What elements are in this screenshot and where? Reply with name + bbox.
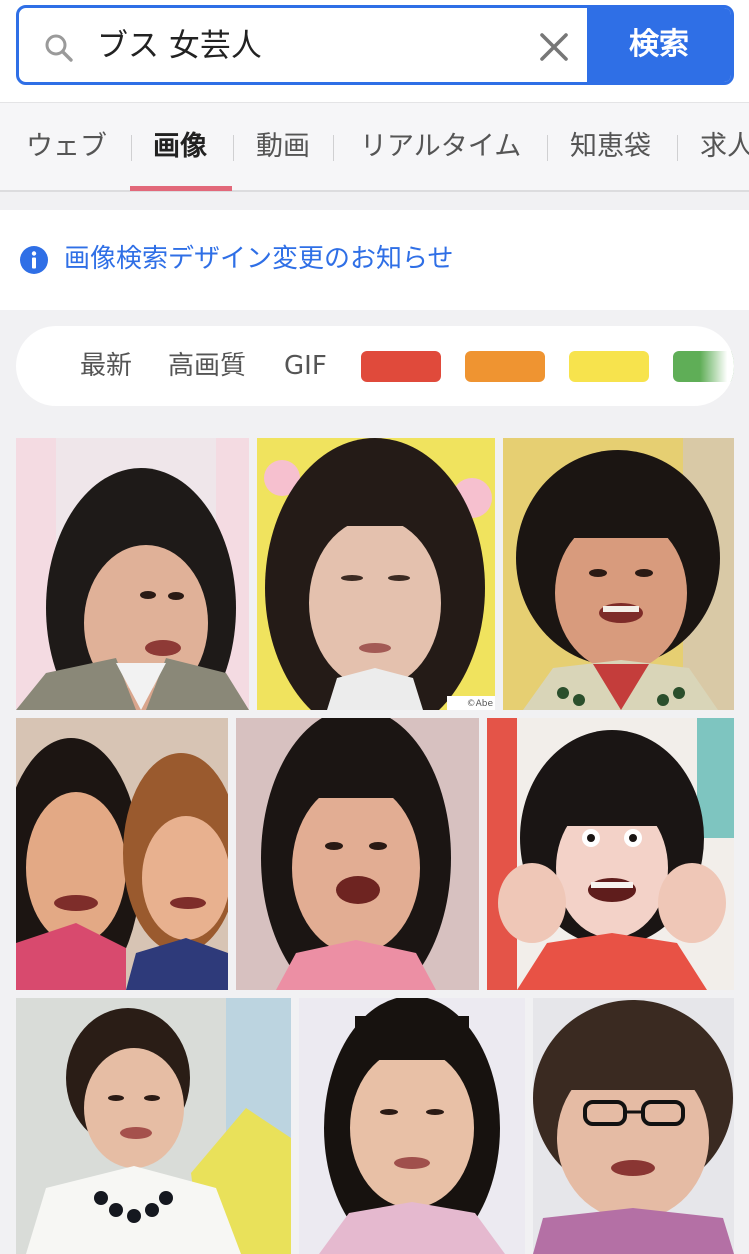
tab-video[interactable]: 動画 <box>256 103 310 191</box>
image-result[interactable] <box>503 438 734 710</box>
search-tabs: ウェブ 画像 動画 リアルタイム 知恵袋 求人 <box>0 102 749 192</box>
portrait-image <box>16 438 249 710</box>
portrait-image <box>257 438 495 710</box>
image-result[interactable] <box>16 438 249 710</box>
tab-divider <box>131 135 132 161</box>
image-result[interactable] <box>487 718 734 990</box>
search-box[interactable]: ブス 女芸人 検索 <box>16 5 734 85</box>
color-filter-yellow[interactable] <box>569 351 649 382</box>
image-result[interactable] <box>16 998 291 1254</box>
color-filter-orange[interactable] <box>465 351 545 382</box>
filter-high-quality[interactable]: 高画質 <box>168 326 246 406</box>
portrait-image <box>16 998 291 1254</box>
tab-divider <box>677 135 678 161</box>
image-credit: ©Abe <box>466 699 493 709</box>
image-result[interactable]: ©Abe <box>257 438 495 710</box>
tab-divider <box>547 135 548 161</box>
color-filter-red[interactable] <box>361 351 441 382</box>
tab-realtime[interactable]: リアルタイム <box>360 103 521 191</box>
search-button[interactable]: 検索 <box>587 8 731 82</box>
image-result[interactable] <box>299 998 525 1254</box>
clear-icon[interactable] <box>537 30 571 64</box>
image-result[interactable] <box>16 718 228 990</box>
search-input[interactable]: ブス 女芸人 <box>97 24 262 68</box>
image-result[interactable] <box>533 998 734 1254</box>
active-tab-indicator <box>130 186 232 191</box>
portrait-image <box>533 998 734 1254</box>
tab-chiebukuro[interactable]: 知恵袋 <box>570 103 651 191</box>
scroll-fade <box>700 326 734 406</box>
search-header: ブス 女芸人 検索 <box>0 0 749 102</box>
tab-images[interactable]: 画像 <box>153 103 207 191</box>
filter-latest[interactable]: 最新 <box>80 326 132 406</box>
filter-gif[interactable]: GIF <box>284 326 327 406</box>
design-change-notice-link[interactable]: 画像検索デザイン変更のお知らせ <box>64 236 453 282</box>
portrait-image <box>236 718 479 990</box>
tab-jobs[interactable]: 求人 <box>700 103 749 191</box>
portrait-image <box>487 718 734 990</box>
search-icon <box>45 34 73 62</box>
notice-banner: 画像検索デザイン変更のお知らせ <box>0 210 749 310</box>
tab-web[interactable]: ウェブ <box>26 103 107 191</box>
portrait-image <box>503 438 734 710</box>
portrait-image <box>299 998 525 1254</box>
filter-bar: 最新 高画質 GIF <box>16 326 734 406</box>
tab-divider <box>233 135 234 161</box>
image-result[interactable] <box>236 718 479 990</box>
portrait-image <box>16 718 228 990</box>
tab-divider <box>333 135 334 161</box>
info-icon <box>20 246 48 274</box>
